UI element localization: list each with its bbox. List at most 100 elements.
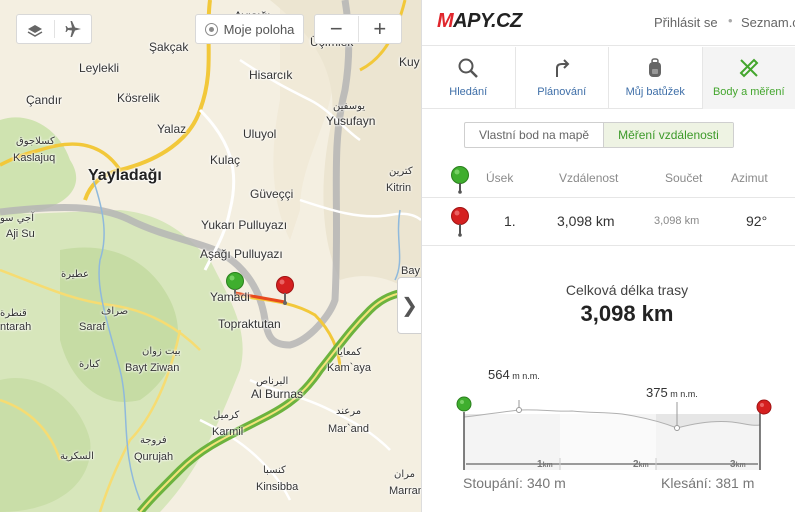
map-label-ajisu-ar: آجي سو xyxy=(0,213,35,224)
tab-points-measurement[interactable]: Body a měření xyxy=(702,47,795,109)
tab-planning[interactable]: Plánování xyxy=(516,47,609,109)
map-label-guvecci: Güveççi xyxy=(250,187,294,201)
map-label-yusufayn: Yusufayn xyxy=(326,114,376,128)
tab-search[interactable]: Hledání xyxy=(422,47,516,109)
route-end-pin-icon[interactable] xyxy=(276,276,294,306)
tab-points-measurement-label: Body a měření xyxy=(712,86,785,98)
seznam-link[interactable]: Seznam.cz xyxy=(741,15,795,30)
col-header-segment: Úsek xyxy=(486,171,514,185)
login-link[interactable]: Přihlásit se xyxy=(654,15,718,30)
table-header: Úsek Vzdálenost Součet Azimut xyxy=(422,160,795,198)
collapse-panel-button[interactable]: ❯ xyxy=(397,277,421,334)
map-label-kinsibba-ar: كنسبا xyxy=(263,465,286,476)
location-target-icon xyxy=(204,22,218,36)
col-header-azimuth: Azimut xyxy=(731,171,768,185)
min-elevation-label: 375 m n.m. xyxy=(646,385,698,400)
map-layer-switcher xyxy=(16,14,92,44)
map-label-bayt-ar: بيت زوان xyxy=(142,346,181,357)
tab-backpack[interactable]: Můj batůžek xyxy=(609,47,703,109)
map-label-asagi: Aşağı Pulluyazı xyxy=(200,247,283,261)
map-label-kaslajuq: Kaslajuq xyxy=(13,152,56,164)
map-label-leylekli: Leylekli xyxy=(79,61,120,75)
chevron-right-icon: ❯ xyxy=(401,295,418,317)
map-label-kulac: Kulaç xyxy=(210,153,241,167)
zoom-control: − + xyxy=(314,14,402,44)
map-label-uluyol: Uluyol xyxy=(243,127,277,141)
km-label-2: 2km xyxy=(633,459,649,470)
map-label-yalaz: Yalaz xyxy=(157,122,187,136)
zoom-in-button[interactable]: + xyxy=(357,16,402,42)
start-pin-icon xyxy=(451,166,469,194)
zoom-out-button[interactable]: − xyxy=(315,16,358,42)
end-pin-icon xyxy=(451,207,469,237)
row-azimuth: 92° xyxy=(746,213,768,229)
table-row: 1. 3,098 km 3,098 km 92° xyxy=(422,198,795,246)
map-label-bay: Bay xyxy=(401,265,420,277)
map-label-kamaya: Kam`aya xyxy=(327,362,372,374)
map-label-kamaya-ar: كمعايا xyxy=(337,347,362,358)
map-label-bayt: Bayt Ziwan xyxy=(125,362,180,374)
tab-backpack-label: Můj batůžek xyxy=(625,86,685,98)
map-label-yayladagi: Yayladağı xyxy=(88,167,162,184)
search-icon xyxy=(458,58,479,78)
header-bar: MAPY.CZ Přihlásit se • Seznam.cz xyxy=(422,0,795,46)
total-length-value: 3,098 km xyxy=(580,301,674,326)
my-position-button[interactable]: Moje poloha xyxy=(195,14,304,44)
map-label-sakriya-ar: السكرية xyxy=(60,451,94,462)
profile-end-pin-icon xyxy=(756,399,772,415)
my-position-label: Moje poloha xyxy=(223,21,295,37)
row-sum: 3,098 km xyxy=(654,215,700,227)
row-distance: 3,098 km xyxy=(557,213,615,229)
map-layers-button[interactable] xyxy=(17,21,54,37)
map-label-kinsibba: Kinsibba xyxy=(256,481,299,493)
mapy-cz-logo[interactable]: MAPY.CZ xyxy=(437,10,522,33)
map-label-karmil: Karmil xyxy=(212,426,244,438)
map-label-ajisu: Aji Su xyxy=(6,228,35,240)
map-label-tarah: ntarah xyxy=(0,321,32,333)
map-label-kuy: Kuy xyxy=(399,55,420,69)
row-segment: 1. xyxy=(504,213,516,229)
col-header-sum: Součet xyxy=(665,171,703,185)
layers-icon xyxy=(27,25,43,37)
map-label-yamadi: Yamadi xyxy=(210,290,250,304)
map-label-yusufayn-ar: يوسفين xyxy=(333,101,366,112)
ascent-total: Stoupání: 340 m xyxy=(463,475,566,491)
map-label-kaslajuq-ar: كسلاجوق xyxy=(16,136,55,147)
measure-subtabs: Vlastní bod na mapě Měření vzdálenosti xyxy=(464,122,734,148)
route-arrow-icon xyxy=(555,59,570,77)
map-label-saraf-ar: صراف xyxy=(101,306,129,317)
map-label-yukari: Yukarı Pulluyazı xyxy=(201,218,288,232)
tab-planning-label: Plánování xyxy=(537,86,587,98)
map-label-sakcak: Şakçak xyxy=(149,40,189,54)
max-elevation-label: 564 m n.m. xyxy=(488,367,540,382)
map-label-tarah-ar: قنطرة xyxy=(0,308,27,319)
map-label-kbara-ar: كبارة xyxy=(79,359,100,370)
map-label-topraktutan: Topraktutan xyxy=(218,317,281,331)
map-label-kitrin-ar: كترين xyxy=(389,166,413,177)
km-label-1: 1km xyxy=(537,459,553,470)
profile-start-pin-icon xyxy=(456,396,472,412)
map-label-karmil-ar: كرميل xyxy=(213,410,240,421)
map-label-qurujah: Qurujah xyxy=(134,451,174,463)
descent-total: Klesání: 381 m xyxy=(661,475,755,491)
map-label-qurujah-ar: فروجة xyxy=(140,435,167,446)
km-label-3: 3km xyxy=(730,459,746,470)
main-tabs: Hledání Plánování Můj batůžek Body a měř… xyxy=(422,47,795,109)
tab-search-label: Hledání xyxy=(449,86,488,98)
airplane-icon xyxy=(65,21,81,37)
col-header-distance: Vzdálenost xyxy=(559,171,619,185)
header-separator: • xyxy=(728,13,733,28)
map-label-marand: Mar`and xyxy=(328,423,369,435)
map-label-kosrelik: Kösrelik xyxy=(117,91,160,105)
backpack-icon xyxy=(649,58,662,77)
total-length-label: Celková délka trasy xyxy=(565,282,689,298)
map-view[interactable]: Ayışığı Şakçak Üçımlek Kuy Leylekli Hisa… xyxy=(0,0,421,512)
map-label-atira-ar: عطيرة xyxy=(61,269,89,280)
subtab-custom-point[interactable]: Vlastní bod na mapě xyxy=(465,123,603,147)
side-panel: MAPY.CZ Přihlásit se • Seznam.cz Hledání xyxy=(421,0,795,512)
map-label-alburnas: Al Burnas xyxy=(251,387,304,401)
app-window: Ayışığı Şakçak Üçımlek Kuy Leylekli Hisa… xyxy=(0,0,795,512)
measurement-table: Úsek Vzdálenost Součet Azimut 1. 3,098 k… xyxy=(422,160,795,246)
map-air-button[interactable] xyxy=(53,20,92,38)
subtab-measure-distance[interactable]: Měření vzdálenosti xyxy=(603,123,733,147)
